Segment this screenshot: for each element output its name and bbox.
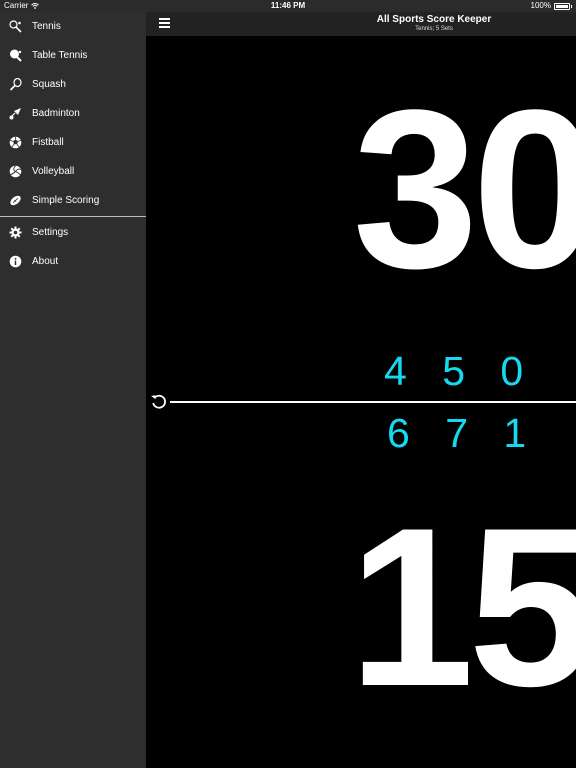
- sidebar-divider: [0, 216, 146, 217]
- sidebar-item-label: Fistball: [32, 137, 64, 148]
- page-title: All Sports Score Keeper: [376, 14, 492, 25]
- battery-percent: 100%: [530, 1, 551, 10]
- sidebar-item-squash[interactable]: Squash: [0, 70, 146, 99]
- sidebar-item-label: About: [32, 256, 59, 267]
- sidebar-item-table-tennis[interactable]: Table Tennis: [0, 41, 146, 70]
- sidebar-item-tennis[interactable]: Tennis: [0, 12, 146, 41]
- battery-icon: [554, 2, 570, 10]
- sidebar-item-settings[interactable]: Settings: [0, 218, 146, 247]
- battery-status: 100%: [531, 0, 572, 12]
- player2-games: 6 7 1: [387, 410, 539, 456]
- gear-icon: [9, 226, 22, 239]
- scoreboard: 30 4 5 0 6 7 1 15: [146, 36, 576, 768]
- sidebar-item-badminton[interactable]: Badminton: [0, 99, 146, 128]
- tennis-icon: [9, 20, 22, 33]
- player1-points[interactable]: 30: [353, 76, 576, 302]
- menu-icon[interactable]: [159, 18, 170, 28]
- sidebar-item-label: Badminton: [32, 108, 80, 119]
- badminton-icon: [9, 107, 22, 120]
- sidebar-item-label: Simple Scoring: [32, 195, 100, 206]
- sidebar-item-fistball[interactable]: Fistball: [0, 128, 146, 157]
- sidebar-item-about[interactable]: About: [0, 247, 146, 276]
- sidebar-item-label: Volleyball: [32, 166, 75, 177]
- table-tennis-icon: [9, 49, 22, 62]
- undo-icon[interactable]: [149, 392, 169, 412]
- player1-games: 4 5 0: [384, 348, 536, 394]
- squash-icon: [9, 78, 22, 91]
- status-bar: Carrier 11:46 PM 100%: [0, 0, 576, 12]
- sidebar-item-label: Table Tennis: [32, 50, 88, 61]
- nav-bar: All Sports Score Keeper Tennis; 5 Sets: [146, 12, 576, 36]
- sidebar-item-label: Squash: [32, 79, 66, 90]
- player2-points[interactable]: 15: [349, 494, 576, 720]
- sidebar-item-label: Settings: [32, 227, 69, 238]
- rugby-ball-icon: [9, 194, 22, 207]
- volleyball-icon: [9, 165, 22, 178]
- page-subtitle: Tennis; 5 Sets: [415, 26, 453, 32]
- sidebar-item-label: Tennis: [32, 21, 61, 32]
- sidebar-item-volleyball[interactable]: Volleyball: [0, 157, 146, 186]
- sidebar-item-simple-scoring[interactable]: Simple Scoring: [0, 186, 146, 215]
- info-icon: [9, 255, 22, 268]
- score-divider: [170, 401, 576, 403]
- fistball-icon: [9, 136, 22, 149]
- sidebar: Tennis Table Tennis Squash Badminton Fis…: [0, 12, 146, 768]
- clock: 11:46 PM: [270, 1, 306, 10]
